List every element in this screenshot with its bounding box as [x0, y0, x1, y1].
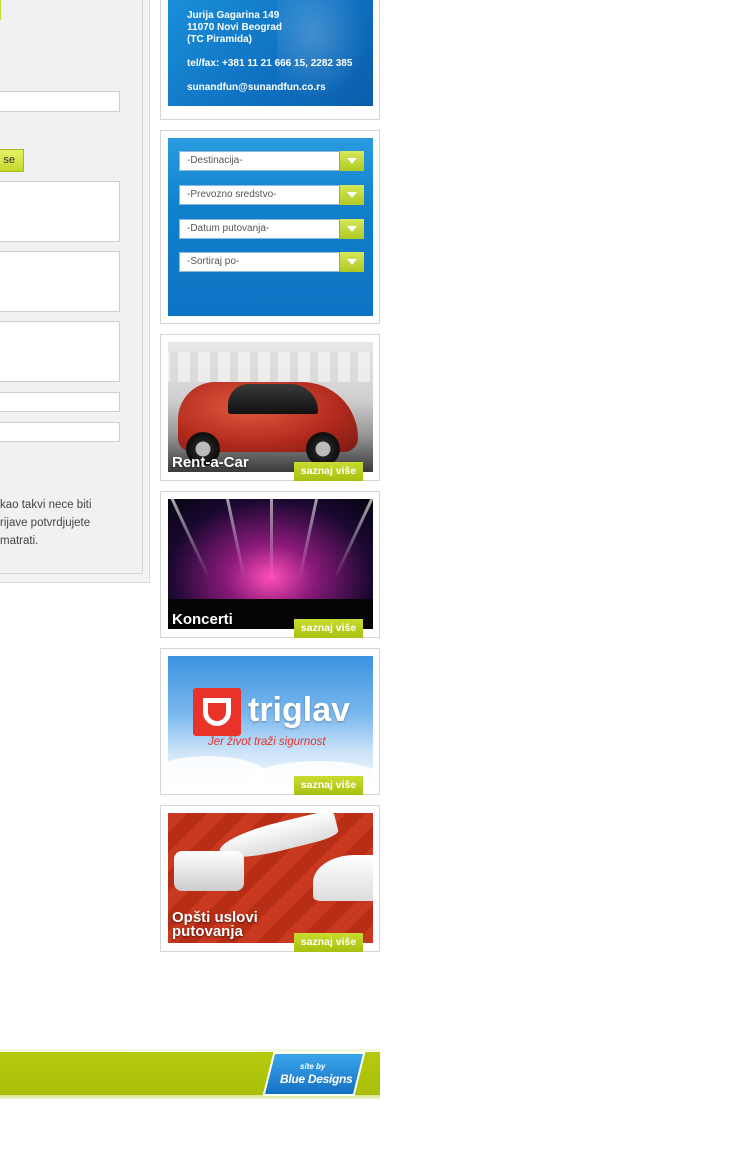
- form-note: kao takvi nece biti rijave potvrdjujete …: [0, 496, 110, 550]
- dropdown-arrow-icon[interactable]: [339, 185, 364, 205]
- textarea-field-3[interactable]: [0, 321, 120, 382]
- car-wheel-rear: [306, 432, 340, 466]
- car-banner-image: Rent-a-Car: [168, 342, 373, 472]
- address-line-1: Jurija Gagarina 149: [187, 10, 280, 21]
- address-line-2: 11070 Novi Beograd: [187, 22, 283, 33]
- light-beam: [270, 499, 273, 579]
- email-link[interactable]: sunandfun@sunandfun.co.rs: [187, 82, 326, 94]
- light-beam: [298, 499, 326, 580]
- transport-label: -Prevozno sredstvo-: [187, 189, 277, 200]
- search-box: -Destinacija- -Prevozno sredstvo- -Datum…: [160, 130, 380, 324]
- triglav-brand-text: triglav: [248, 691, 351, 729]
- footer: site by Blue Designs: [0, 1049, 380, 1101]
- contact-banner: Jurija Gagarina 149 11070 Novi Beograd (…: [168, 0, 373, 106]
- promo-concerts[interactable]: Koncerti saznaj više: [160, 491, 380, 638]
- submit-button[interactable]: se: [0, 149, 24, 172]
- promo-title: Koncerti: [172, 611, 233, 628]
- date-label: -Datum putovanja-: [187, 223, 270, 234]
- textarea-field-2[interactable]: [0, 251, 120, 312]
- triglav-banner-image: triglav Jer život traži sigurnost: [168, 656, 373, 786]
- triglav-logo-icon: [193, 688, 241, 736]
- background-stripes: [168, 352, 373, 382]
- note-line-3: matrati.: [0, 535, 39, 547]
- note-line-1: kao takvi nece biti: [0, 499, 92, 511]
- more-button[interactable]: saznaj više: [294, 619, 363, 638]
- transport-select[interactable]: -Prevozno sredstvo-: [179, 185, 364, 205]
- train-icon: [313, 855, 373, 901]
- dropdown-arrow-icon[interactable]: [339, 219, 364, 239]
- input-field-b[interactable]: [0, 422, 120, 442]
- travel-banner-image: Opšti uslovi putovanja: [168, 813, 373, 943]
- promo-triglav[interactable]: triglav Jer život traži sigurnost saznaj…: [160, 648, 380, 795]
- promo-travel-terms[interactable]: Opšti uslovi putovanja saznaj više: [160, 805, 380, 952]
- designer-name[interactable]: Blue Designs: [280, 1072, 353, 1086]
- more-button[interactable]: saznaj više: [294, 933, 363, 952]
- input-field-a[interactable]: [0, 392, 120, 412]
- promo-title-line-2: putovanja: [172, 923, 243, 940]
- phone-text: tel/fax: +381 11 21 666 15, 2282 385: [187, 58, 353, 69]
- promo-title: Rent-a-Car: [172, 454, 249, 471]
- contact-box: Jurija Gagarina 149 11070 Novi Beograd (…: [160, 0, 380, 120]
- light-beam: [218, 499, 246, 580]
- textarea-field-1[interactable]: [0, 181, 120, 242]
- light-beam: [168, 499, 211, 580]
- text-field[interactable]: [0, 91, 120, 112]
- more-button[interactable]: saznaj više: [294, 462, 363, 481]
- address-line-3: (TC Piramida): [187, 34, 253, 45]
- dropdown-arrow-icon[interactable]: [339, 151, 364, 171]
- sort-select[interactable]: -Sortiraj po-: [179, 252, 364, 272]
- date-select[interactable]: -Datum putovanja-: [179, 219, 364, 239]
- note-line-2: rijave potvrdjujete: [0, 517, 91, 529]
- search-panel: -Destinacija- -Prevozno sredstvo- -Datum…: [168, 138, 373, 316]
- promo-rent-a-car[interactable]: Rent-a-Car saznaj više: [160, 334, 380, 481]
- destination-label: -Destinacija-: [187, 155, 243, 166]
- sort-label: -Sortiraj po-: [187, 256, 240, 267]
- triglav-slogan: Jer život traži sigurnost: [208, 736, 326, 748]
- site-by-label: site by: [300, 1062, 326, 1071]
- car-window-shape: [228, 384, 318, 414]
- more-button[interactable]: saznaj više: [294, 776, 363, 795]
- destination-select[interactable]: -Destinacija-: [179, 151, 364, 171]
- dropdown-arrow-icon[interactable]: [339, 252, 364, 272]
- concert-banner-image: Koncerti: [168, 499, 373, 629]
- light-beam: [333, 499, 373, 580]
- highlight-edge: [0, 0, 1, 20]
- bus-icon: [174, 851, 244, 891]
